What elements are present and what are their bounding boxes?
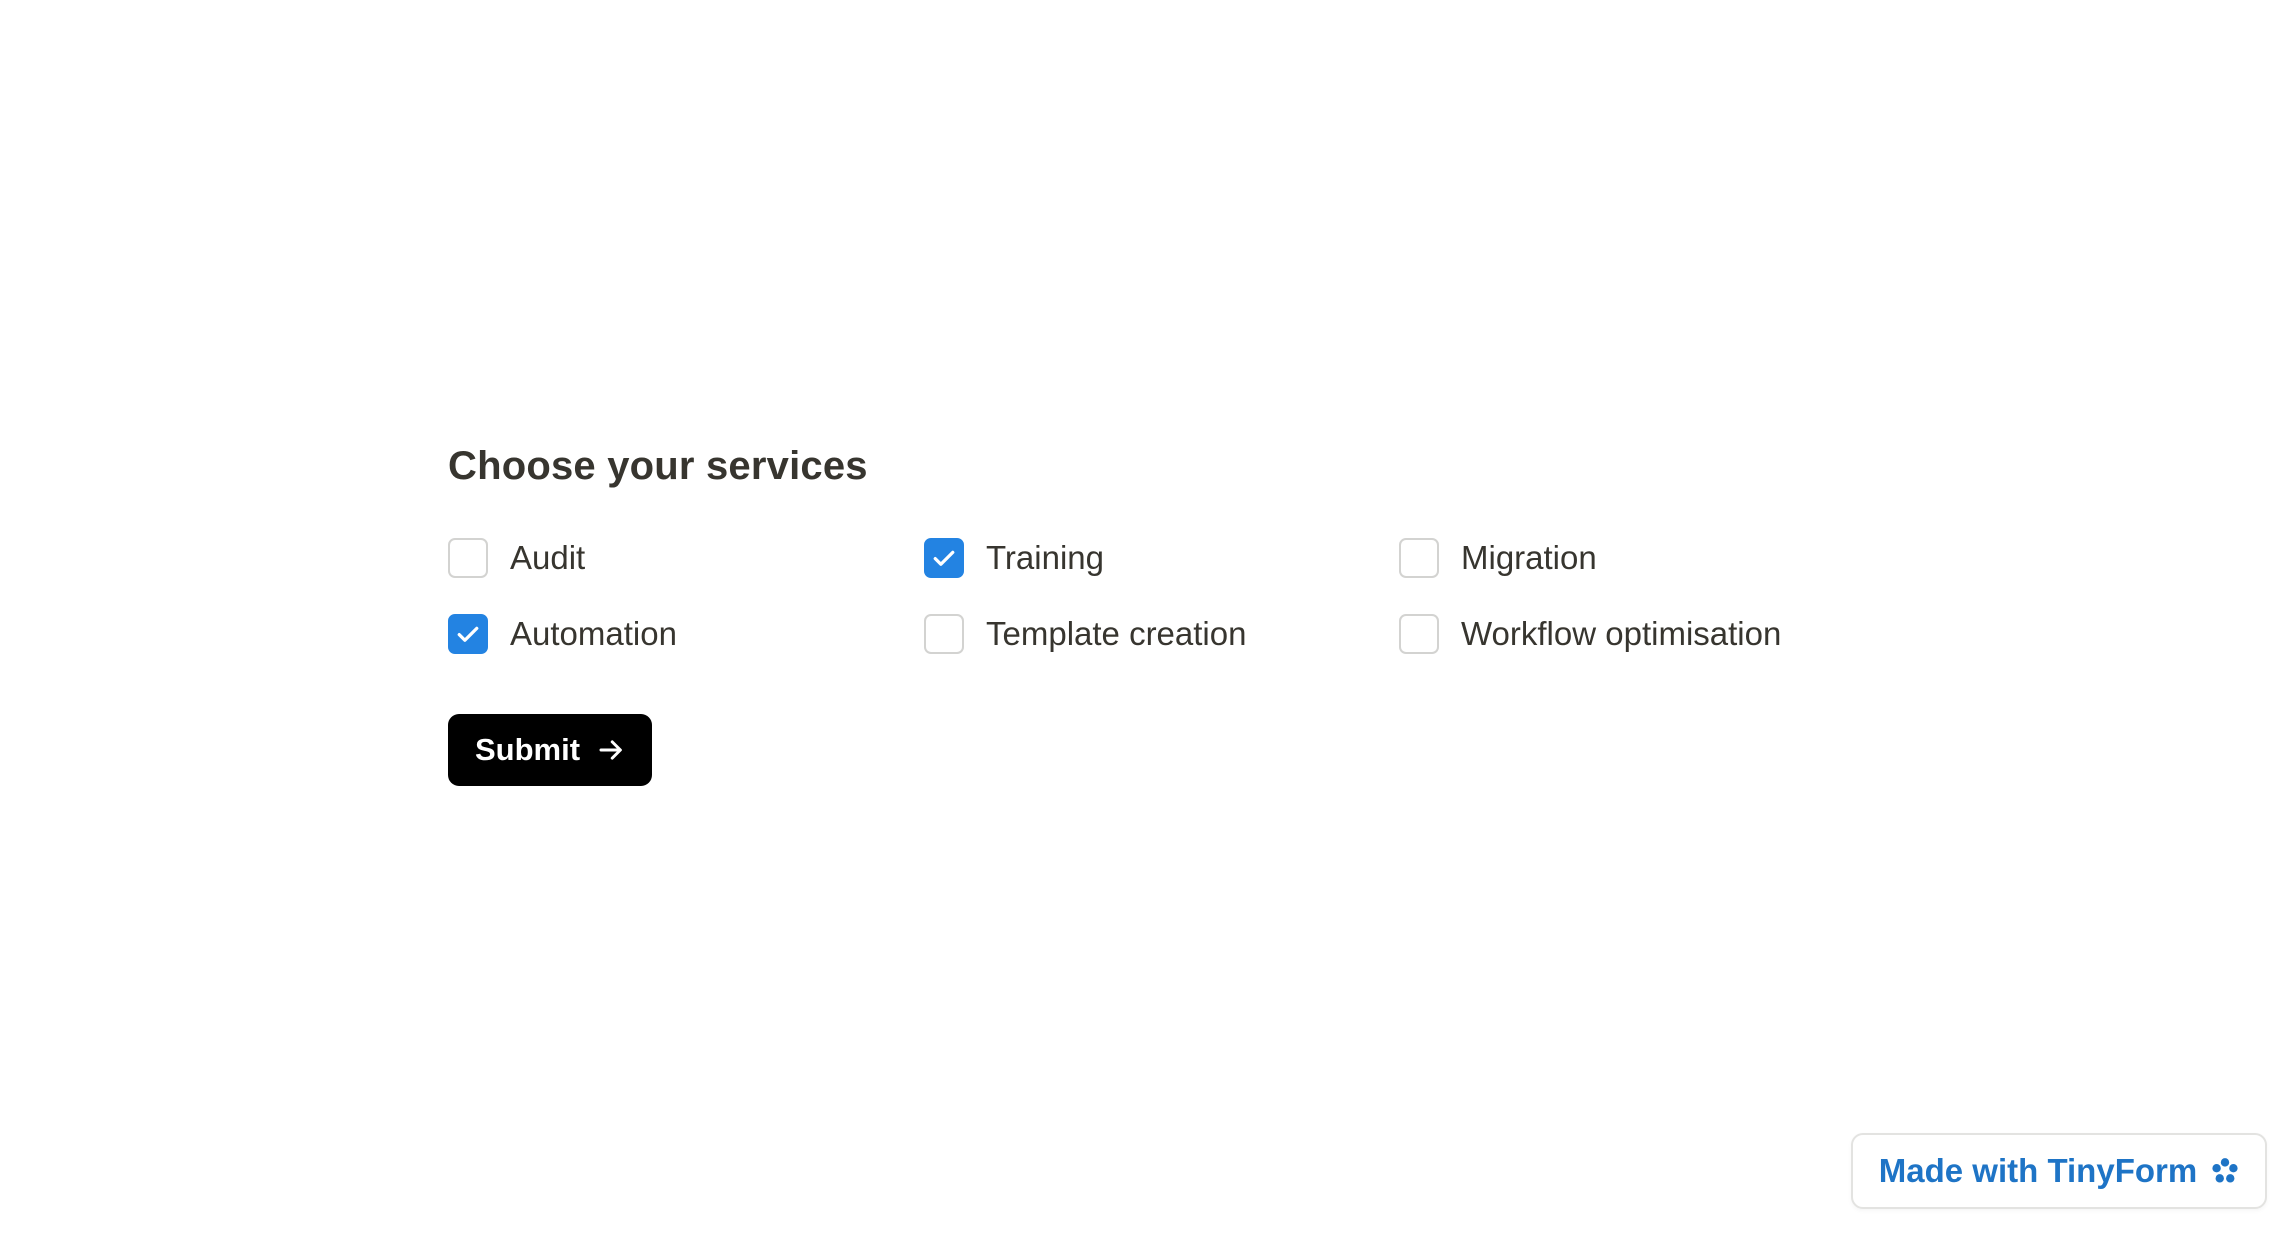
option-label: Migration bbox=[1461, 539, 1597, 576]
options-group: Audit Training Migration Automation Temp… bbox=[448, 520, 1948, 672]
checkbox[interactable] bbox=[1399, 614, 1439, 654]
option-automation[interactable]: Automation bbox=[448, 596, 924, 672]
option-label: Training bbox=[986, 539, 1104, 576]
option-label: Workflow optimisation bbox=[1461, 615, 1782, 652]
checkmark-icon bbox=[457, 626, 479, 642]
checkbox[interactable] bbox=[448, 538, 488, 578]
tinyform-flower-icon bbox=[2212, 1158, 2238, 1183]
checkbox[interactable] bbox=[924, 538, 964, 578]
badge-label: Made with TinyForm bbox=[1878, 1152, 2198, 1189]
option-migration[interactable]: Migration bbox=[1399, 520, 1875, 596]
arrow-right-icon bbox=[599, 740, 622, 760]
option-label: Audit bbox=[510, 539, 586, 576]
checkmark-icon bbox=[933, 550, 955, 566]
submit-button[interactable]: Submit bbox=[448, 714, 653, 786]
option-label: Automation bbox=[510, 615, 677, 652]
option-audit[interactable]: Audit bbox=[448, 520, 924, 596]
submit-label: Submit bbox=[475, 732, 581, 767]
form-page: Choose your services Audit Training Migr… bbox=[0, 0, 2292, 1240]
services-form: Choose your services Audit Training Migr… bbox=[448, 436, 1948, 786]
option-workflow-optimisation[interactable]: Workflow optimisation bbox=[1399, 596, 1875, 672]
checkbox[interactable] bbox=[924, 614, 964, 654]
option-training[interactable]: Training bbox=[924, 520, 1399, 596]
checkbox[interactable] bbox=[1399, 538, 1439, 578]
option-template-creation[interactable]: Template creation bbox=[924, 596, 1399, 672]
question-title: Choose your services bbox=[448, 444, 868, 488]
checkbox[interactable] bbox=[448, 614, 488, 654]
made-with-tinyform-badge[interactable]: Made with TinyForm bbox=[1851, 1133, 2267, 1209]
option-label: Template creation bbox=[986, 615, 1247, 652]
